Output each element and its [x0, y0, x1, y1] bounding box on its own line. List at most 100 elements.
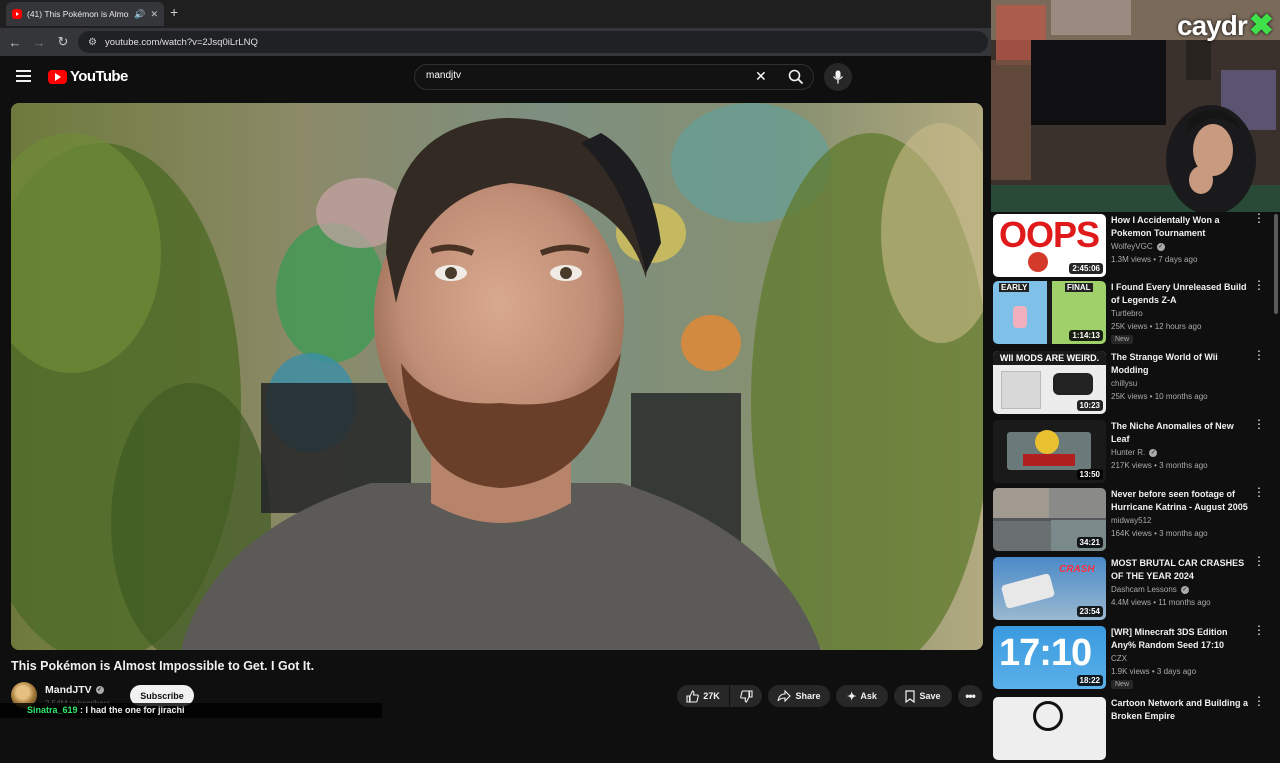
search-icon [788, 69, 804, 85]
video-thumbnail[interactable]: 34:21 [993, 488, 1106, 551]
recommendation-item[interactable]: WII MODS ARE WEIRD. 10:23 The Strange Wo… [991, 349, 1280, 417]
close-tab-icon[interactable]: ✕ [150, 9, 158, 20]
browser-tab[interactable]: (41) This Pokémon is Almost Impossible t… [6, 2, 164, 26]
recommendation-channel: Turtlebro [1111, 309, 1143, 318]
tab-title: (41) This Pokémon is Almost Impossible t… [27, 9, 129, 19]
webcam-overlay: caydr ✖ [991, 0, 1280, 212]
channel-text: Dashcam Lessons [1111, 585, 1177, 594]
voice-search-button[interactable] [824, 63, 852, 91]
share-icon [777, 690, 792, 702]
more-vertical-icon[interactable]: ⋮ [1253, 212, 1265, 224]
youtube-favicon-icon [12, 9, 22, 19]
more-vertical-icon[interactable]: ⋮ [1253, 486, 1265, 498]
channel-text: Turtlebro [1111, 309, 1143, 318]
recommendation-title: [WR] Minecraft 3DS Edition Any% Random S… [1111, 627, 1228, 650]
video-title: This Pokémon is Almost Impossible to Get… [11, 659, 315, 673]
video-frame [11, 103, 983, 650]
channel-text: WolfeyVGC [1111, 242, 1153, 251]
recommendation-item[interactable]: OOPS 2:45:06 How I Accidentally Won a Po… [991, 212, 1280, 280]
recommendation-channel: CZX [1111, 654, 1127, 663]
verified-icon: ✓ [1180, 585, 1189, 594]
save-button[interactable]: Save [894, 685, 952, 707]
channel-name-text: MandJTV [45, 684, 92, 696]
more-vertical-icon[interactable]: ⋮ [1253, 555, 1265, 567]
recommendation-meta: 164K views • 3 months ago [1111, 529, 1208, 538]
like-button[interactable]: 27K [677, 685, 729, 707]
recommendation-title: The Niche Anomalies of New Leaf [1111, 421, 1234, 444]
logo-text: YouTube [70, 68, 128, 85]
video-duration: 10:23 [1076, 400, 1103, 411]
like-count: 27K [703, 691, 720, 701]
video-player[interactable] [11, 103, 983, 650]
recommendations-sidebar: OOPS 2:45:06 How I Accidentally Won a Po… [991, 212, 1280, 760]
recommendation-meta: 25K views • 12 hours ago [1111, 322, 1202, 331]
video-duration: 13:50 [1076, 469, 1103, 480]
url-field[interactable]: ⚙ youtube.com/watch?v=2Jsq0iLrLNQ [78, 31, 988, 53]
sparkle-icon: ✦ [847, 690, 857, 703]
recommendation-item[interactable]: EARLY FINAL 1:14:13 I Found Every Unrele… [991, 279, 1280, 347]
recommendation-item[interactable]: CRASH 23:54 MOST BRUTAL CAR CRASHES OF T… [991, 555, 1280, 623]
menu-icon[interactable] [16, 70, 31, 82]
recommendation-channel: chillysu [1111, 379, 1137, 388]
url-text: youtube.com/watch?v=2Jsq0iLrLNQ [104, 36, 258, 48]
ask-button[interactable]: ✦ Ask [836, 685, 888, 707]
video-thumbnail[interactable]: WII MODS ARE WEIRD. 10:23 [993, 351, 1106, 414]
recommendation-title: Cartoon Network and Building a Broken Em… [1111, 698, 1249, 721]
dislike-button[interactable] [730, 685, 762, 707]
more-actions-button[interactable]: ••• [958, 685, 982, 707]
more-vertical-icon[interactable]: ⋮ [1253, 279, 1265, 291]
address-bar-row: ← → ↻ ⚙ youtube.com/watch?v=2Jsq0iLrLNQ [0, 28, 991, 56]
site-info-icon[interactable]: ⚙ [88, 37, 97, 48]
more-vertical-icon[interactable]: ⋮ [1253, 418, 1265, 430]
video-thumbnail[interactable] [993, 697, 1106, 760]
thumbs-up-icon [686, 689, 700, 703]
clear-search-icon[interactable]: ✕ [755, 68, 767, 85]
new-badge: New [1111, 680, 1134, 689]
video-thumbnail[interactable]: 13:50 [993, 420, 1106, 483]
youtube-logo[interactable]: YouTube [48, 68, 128, 85]
search-input[interactable]: mandjtv [426, 70, 461, 81]
chat-message: Sinatra_619 : I had the one for jirachi [0, 703, 382, 718]
video-thumbnail[interactable]: 17:10 18:22 [993, 626, 1106, 689]
video-thumbnail[interactable]: OOPS 2:45:06 [993, 214, 1106, 277]
recommendation-meta: 4.4M views • 11 months ago [1111, 598, 1211, 607]
streamer-logo: caydr ✖ [1177, 8, 1274, 43]
youtube-play-icon [48, 69, 67, 84]
channel-text: CZX [1111, 654, 1127, 663]
search-button[interactable] [777, 65, 815, 89]
channel-name[interactable]: MandJTV ✓ [45, 684, 104, 696]
video-thumbnail[interactable]: CRASH 23:54 [993, 557, 1106, 620]
reload-icon[interactable]: ↻ [51, 34, 75, 50]
recommendation-title: How I Accidentally Won a Pokemon Tournam… [1111, 215, 1220, 238]
thumbs-down-icon [739, 689, 753, 703]
recommendation-meta: 25K views • 10 months ago [1111, 392, 1208, 401]
back-icon[interactable]: ← [3, 35, 27, 50]
verified-icon: ✓ [1149, 448, 1158, 457]
video-duration: 1:14:13 [1069, 330, 1103, 341]
recommendation-item[interactable]: 17:10 18:22 [WR] Minecraft 3DS Edition A… [991, 624, 1280, 692]
forward-icon[interactable]: → [27, 35, 51, 50]
recommendation-channel: WolfeyVGC ✓ [1111, 242, 1165, 251]
recommendation-meta: 1.3M views • 7 days ago [1111, 255, 1198, 264]
recommendation-item[interactable]: 34:21 Never before seen footage of Hurri… [991, 486, 1280, 554]
more-vertical-icon[interactable]: ⋮ [1253, 695, 1265, 707]
recommendation-item[interactable]: 13:50 The Niche Anomalies of New Leaf Hu… [991, 418, 1280, 486]
recommendation-meta: 217K views • 3 months ago [1111, 461, 1208, 470]
speaker-icon[interactable]: 🔊 [134, 9, 145, 20]
microphone-icon [832, 70, 844, 84]
more-vertical-icon[interactable]: ⋮ [1253, 349, 1265, 361]
video-thumbnail[interactable]: EARLY FINAL 1:14:13 [993, 281, 1106, 344]
recommendation-title: The Strange World of Wii Modding [1111, 352, 1218, 375]
recommendation-title: MOST BRUTAL CAR CRASHES OF THE YEAR 2024 [1111, 558, 1245, 581]
streamer-logo-text: caydr [1177, 9, 1248, 41]
video-duration: 2:45:06 [1069, 263, 1103, 274]
more-vertical-icon[interactable]: ⋮ [1253, 624, 1265, 636]
share-label: Share [795, 691, 821, 701]
more-horizontal-icon: ••• [965, 689, 976, 703]
recommendation-item[interactable]: Cartoon Network and Building a Broken Em… [991, 695, 1280, 763]
new-tab-icon[interactable]: + [170, 4, 178, 20]
share-button[interactable]: Share [768, 685, 830, 707]
recommendation-title: Never before seen footage of Hurricane K… [1111, 489, 1248, 512]
verified-icon: ✓ [95, 686, 104, 694]
search-box[interactable]: mandjtv ✕ [414, 64, 814, 90]
